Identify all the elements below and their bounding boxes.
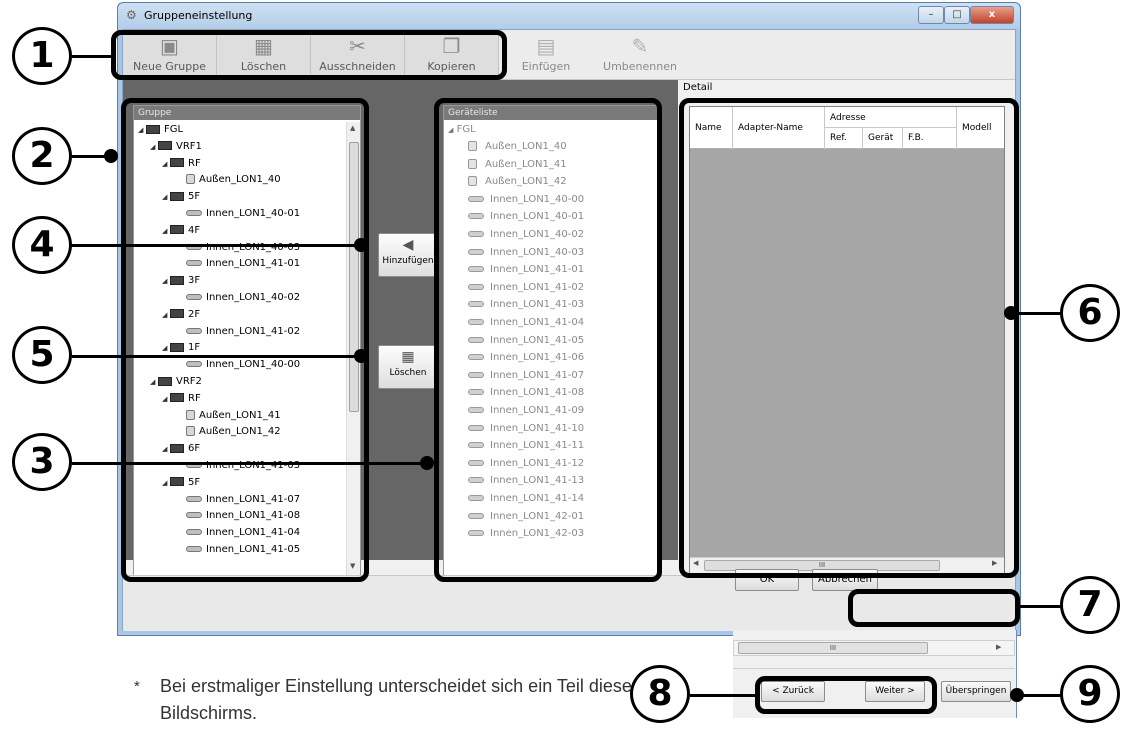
note-asterisk: *	[134, 678, 140, 695]
callout-line	[72, 462, 432, 465]
skip-button[interactable]: Überspringen	[941, 681, 1011, 702]
inset-separator	[733, 668, 1015, 669]
callout-9: 9	[1060, 665, 1120, 723]
note-text: Bei erstmaliger Einstellung unterscheide…	[160, 676, 641, 723]
callout-line	[72, 355, 362, 358]
toolbar-button-umbenennen[interactable]: ✎ Umbenennen	[593, 32, 687, 78]
highlight-box-detail	[679, 98, 1019, 578]
callout-dot	[104, 149, 118, 163]
callout-7: 7	[1060, 576, 1120, 634]
delete-icon: ▦	[401, 349, 415, 365]
callout-dot	[354, 238, 368, 252]
toolbar-button-label: Umbenennen	[603, 60, 677, 73]
maximize-button[interactable]: □	[944, 6, 970, 24]
highlight-box-ok-cancel	[848, 589, 1020, 627]
callout-6: 6	[1060, 284, 1120, 342]
detail-label: Detail	[683, 82, 713, 93]
add-button-label: Hinzufügen	[382, 256, 434, 266]
callout-line	[1012, 312, 1062, 315]
window-title: Gruppeneinstellung	[144, 9, 253, 22]
minimize-button[interactable]: –	[918, 6, 944, 24]
toolbar-button-label: Einfügen	[521, 60, 571, 73]
callout-dot	[354, 349, 368, 363]
callout-2: 2	[12, 127, 72, 185]
inset-scroll-thumb[interactable]: III	[738, 642, 928, 654]
title-bar[interactable]: ⚙ Gruppeneinstellung – □ x	[118, 3, 1020, 29]
callout-line	[72, 244, 362, 247]
app-icon: ⚙	[126, 8, 137, 22]
highlight-box-group-tree	[121, 98, 369, 582]
callout-dot	[1004, 306, 1018, 320]
callout-dot	[1010, 688, 1024, 702]
remove-from-group-button[interactable]: ▦ Löschen	[378, 345, 438, 389]
highlight-box-device-list	[434, 98, 662, 582]
inset-scrollbar[interactable]: III ▶	[733, 640, 1015, 656]
callout-line	[1016, 605, 1062, 608]
highlight-box-toolbar	[111, 30, 507, 80]
callout-line	[690, 694, 758, 697]
arrow-left-icon: ◀	[402, 237, 414, 253]
highlight-box-back-next	[755, 676, 937, 714]
callout-4: 4	[12, 216, 72, 274]
callout-3: 3	[12, 433, 72, 491]
callout-line	[72, 55, 114, 58]
callout-line	[1018, 694, 1062, 697]
toolbar-button-einfügen[interactable]: ▤ Einfügen	[499, 32, 593, 78]
rename-icon: ✎	[631, 34, 649, 58]
callout-dot	[420, 456, 434, 470]
close-button[interactable]: x	[970, 6, 1014, 24]
callout-1: 1	[12, 27, 72, 85]
callout-8: 8	[630, 665, 690, 723]
callout-5: 5	[12, 326, 72, 384]
paste-icon: ▤	[536, 34, 556, 58]
remove-button-label: Löschen	[389, 368, 427, 378]
add-to-group-button[interactable]: ◀ Hinzufügen	[378, 233, 438, 277]
scroll-right-icon[interactable]: ▶	[996, 643, 1001, 651]
